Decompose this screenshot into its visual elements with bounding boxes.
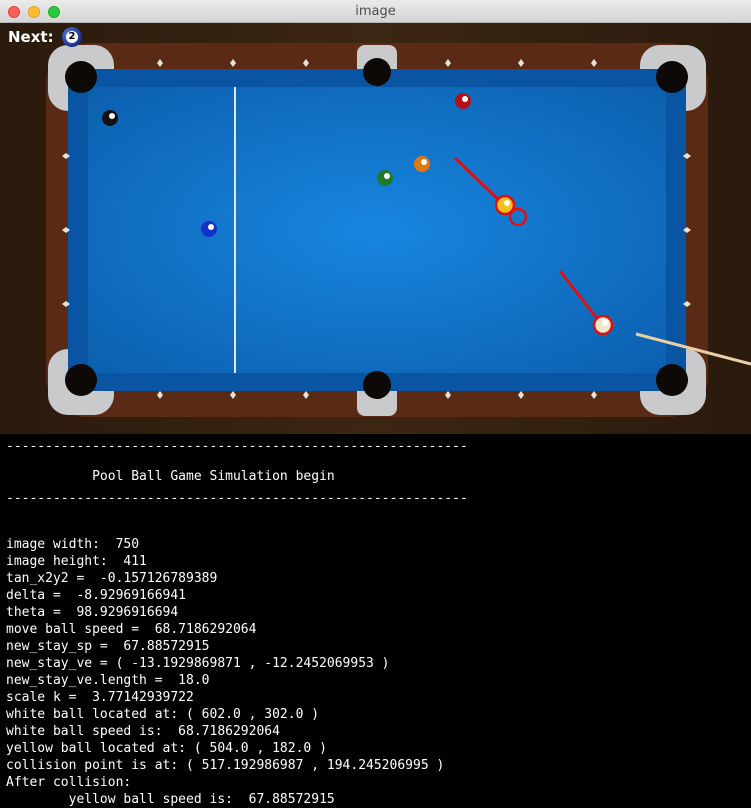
- console-line: yellow ball speed is: 67.88572915: [6, 792, 335, 807]
- console-separator-bottom: ----------------------------------------…: [6, 491, 468, 506]
- console-line: image width: 750: [6, 537, 140, 552]
- console-line: image height: 411: [6, 554, 147, 569]
- red-ball: [455, 93, 471, 109]
- pool-table-view[interactable]: [0, 23, 751, 434]
- console-separator-top: ----------------------------------------…: [6, 439, 468, 454]
- orange-ball: [414, 156, 430, 172]
- white-ball[interactable]: [592, 314, 614, 336]
- console-line: white ball located at: ( 602.0 , 302.0 ): [6, 707, 320, 722]
- next-ball-label: Next:: [8, 28, 54, 46]
- console-line: collision point is at: ( 517.192986987 ,…: [6, 758, 445, 773]
- console-line: delta = -8.92969166941: [6, 588, 187, 603]
- blue-ball: [201, 221, 217, 237]
- console-line: white ball speed is: 68.7186292064: [6, 724, 280, 739]
- table-felt: [88, 87, 666, 373]
- console-line: new_stay_sp = 67.88572915: [6, 639, 210, 654]
- console-line: move ball speed = 68.7186292064: [6, 622, 257, 637]
- console-line: theta = 98.9296916694: [6, 605, 179, 620]
- console-line: After collision:: [6, 775, 132, 790]
- black-ball: [102, 110, 118, 126]
- console-output: ----------------------------------------…: [0, 434, 751, 808]
- next-ball-number: 2: [66, 31, 78, 43]
- console-line: new_stay_ve = ( -13.1929869871 , -12.245…: [6, 656, 390, 671]
- console-heading: Pool Ball Game Simulation begin: [6, 469, 335, 484]
- console-line: scale k = 3.77142939722: [6, 690, 194, 705]
- console-line: yellow ball located at: ( 504.0 , 182.0 …: [6, 741, 327, 756]
- next-ball-indicator: 2: [62, 27, 82, 47]
- green-ball: [377, 170, 393, 186]
- window-titlebar: image: [0, 0, 751, 23]
- console-line: tan_x2y2 = -0.157126789389: [6, 571, 218, 586]
- window-title: image: [355, 4, 396, 19]
- console-line: new_stay_ve.length = 18.0: [6, 673, 210, 688]
